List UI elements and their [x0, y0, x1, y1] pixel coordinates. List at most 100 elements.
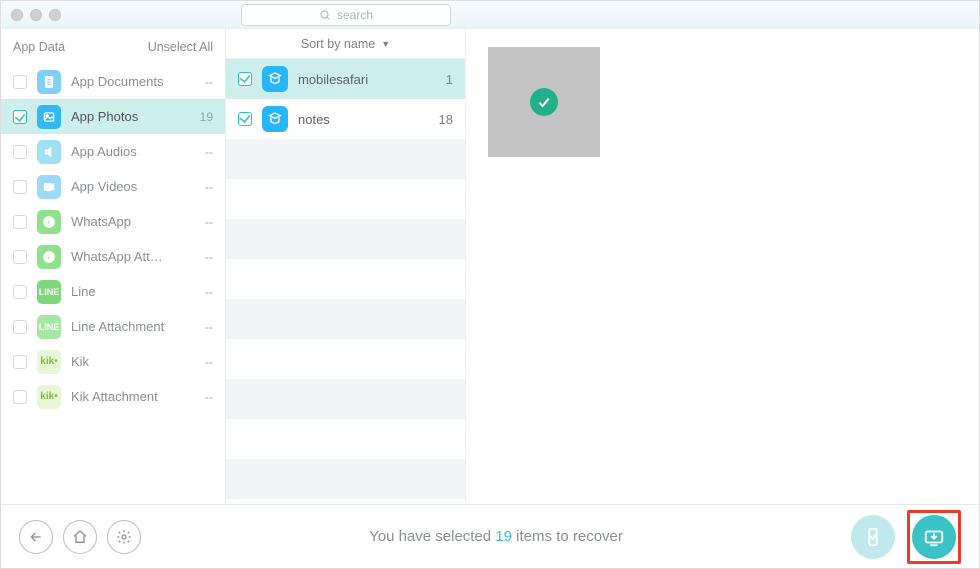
video-icon: [37, 175, 61, 199]
maximize-window-button[interactable]: [49, 9, 61, 21]
sidebar-item-app-videos[interactable]: App Videos --: [1, 169, 225, 204]
sidebar-item-label: Line Attachment: [71, 319, 195, 334]
sidebar-item-label: WhatsApp: [71, 214, 195, 229]
wa-icon: [37, 210, 61, 234]
sidebar-item-label: Line: [71, 284, 195, 299]
sidebar-item-count: --: [205, 250, 213, 264]
checkbox[interactable]: [13, 75, 27, 89]
kik-icon: kik•: [37, 350, 61, 374]
preview-panel: [466, 29, 979, 504]
item-count: 1: [446, 72, 453, 87]
settings-button[interactable]: [107, 520, 141, 554]
back-button[interactable]: [19, 520, 53, 554]
footer-actions: [851, 510, 961, 564]
status-text: You have selected 19 items to recover: [141, 528, 851, 545]
sidebar-item-count: --: [205, 355, 213, 369]
home-button[interactable]: [63, 520, 97, 554]
sidebar-item-whatsapp-att-[interactable]: WhatsApp Att… --: [1, 239, 225, 274]
sidebar-item-app-photos[interactable]: App Photos 19: [1, 99, 225, 134]
app-window: search App Data Unselect All App Documen…: [0, 0, 980, 569]
item-label: notes: [298, 112, 429, 127]
close-window-button[interactable]: [11, 9, 23, 21]
selected-count: 19: [495, 528, 512, 545]
checkbox[interactable]: [13, 215, 27, 229]
sidebar-item-app-documents[interactable]: App Documents --: [1, 64, 225, 99]
sidebar-item-label: Kik Attachment: [71, 389, 195, 404]
title-bar: search: [1, 1, 979, 29]
search-icon: [319, 9, 331, 21]
list-item-notes[interactable]: notes 18: [226, 99, 465, 139]
checkbox[interactable]: [13, 180, 27, 194]
search-placeholder: search: [337, 8, 373, 22]
checkbox[interactable]: [13, 110, 27, 124]
highlight-annotation: [907, 510, 961, 564]
sidebar-item-count: --: [205, 320, 213, 334]
checkbox[interactable]: [13, 390, 27, 404]
sidebar-item-app-audios[interactable]: App Audios --: [1, 134, 225, 169]
app-store-icon: [262, 66, 288, 92]
item-list-panel: Sort by name ▼ mobilesafari 1 notes 18: [226, 29, 466, 504]
sidebar-item-line-attachment[interactable]: LINE Line Attachment --: [1, 309, 225, 344]
sort-label: Sort by name: [301, 37, 375, 51]
main-area: App Data Unselect All App Documents -- A…: [1, 29, 979, 504]
list-item-empty: [226, 419, 465, 459]
checkbox[interactable]: [13, 285, 27, 299]
wa-icon: [37, 245, 61, 269]
list-item-empty: [226, 299, 465, 339]
preview-thumbnail[interactable]: [488, 47, 600, 157]
sidebar-list: App Documents -- App Photos 19 App Audio…: [1, 64, 225, 414]
sidebar-item-count: --: [205, 180, 213, 194]
recover-to-computer-button[interactable]: [912, 515, 956, 559]
list-item-empty: [226, 219, 465, 259]
sidebar-title: App Data: [13, 40, 65, 54]
sort-button[interactable]: Sort by name ▼: [226, 29, 465, 59]
checkbox[interactable]: [13, 145, 27, 159]
sidebar-item-count: --: [205, 75, 213, 89]
footer: You have selected 19 items to recover: [1, 504, 979, 568]
checkbox[interactable]: [13, 355, 27, 369]
sidebar-item-count: --: [205, 285, 213, 299]
list-item-empty: [226, 459, 465, 499]
list-item-empty: [226, 339, 465, 379]
sidebar-header: App Data Unselect All: [1, 29, 225, 64]
checkbox[interactable]: [13, 250, 27, 264]
sidebar-item-label: App Videos: [71, 179, 195, 194]
sidebar-item-count: --: [205, 390, 213, 404]
sidebar-item-whatsapp[interactable]: WhatsApp --: [1, 204, 225, 239]
item-list: mobilesafari 1 notes 18: [226, 59, 465, 504]
doc-icon: [37, 70, 61, 94]
footer-nav: [19, 520, 141, 554]
sidebar-item-kik[interactable]: kik• Kik --: [1, 344, 225, 379]
checkbox[interactable]: [238, 112, 252, 126]
photo-icon: [37, 105, 61, 129]
sidebar-item-label: Kik: [71, 354, 195, 369]
sidebar-item-label: WhatsApp Att…: [71, 249, 195, 264]
list-item-mobilesafari[interactable]: mobilesafari 1: [226, 59, 465, 99]
sidebar-item-count: 19: [200, 110, 213, 124]
sidebar-item-label: App Audios: [71, 144, 195, 159]
list-item-empty: [226, 379, 465, 419]
sidebar-item-line[interactable]: LINE Line --: [1, 274, 225, 309]
minimize-window-button[interactable]: [30, 9, 42, 21]
item-label: mobilesafari: [298, 72, 436, 87]
line-icon: LINE: [37, 280, 61, 304]
sidebar: App Data Unselect All App Documents -- A…: [1, 29, 226, 504]
sidebar-item-count: --: [205, 145, 213, 159]
list-item-empty: [226, 259, 465, 299]
sidebar-item-label: App Photos: [71, 109, 190, 124]
checkbox[interactable]: [13, 320, 27, 334]
list-item-empty: [226, 179, 465, 219]
search-input[interactable]: search: [241, 4, 451, 26]
checkbox[interactable]: [238, 72, 252, 86]
recover-to-device-button[interactable]: [851, 515, 895, 559]
sidebar-item-label: App Documents: [71, 74, 195, 89]
kik-icon: kik•: [37, 385, 61, 409]
audio-icon: [37, 140, 61, 164]
sidebar-item-count: --: [205, 215, 213, 229]
unselect-all-button[interactable]: Unselect All: [148, 40, 213, 54]
chevron-down-icon: ▼: [381, 39, 390, 49]
sidebar-item-kik-attachment[interactable]: kik• Kik Attachment --: [1, 379, 225, 414]
app-store-icon: [262, 106, 288, 132]
line-icon: LINE: [37, 315, 61, 339]
selected-check-icon: [530, 88, 558, 116]
